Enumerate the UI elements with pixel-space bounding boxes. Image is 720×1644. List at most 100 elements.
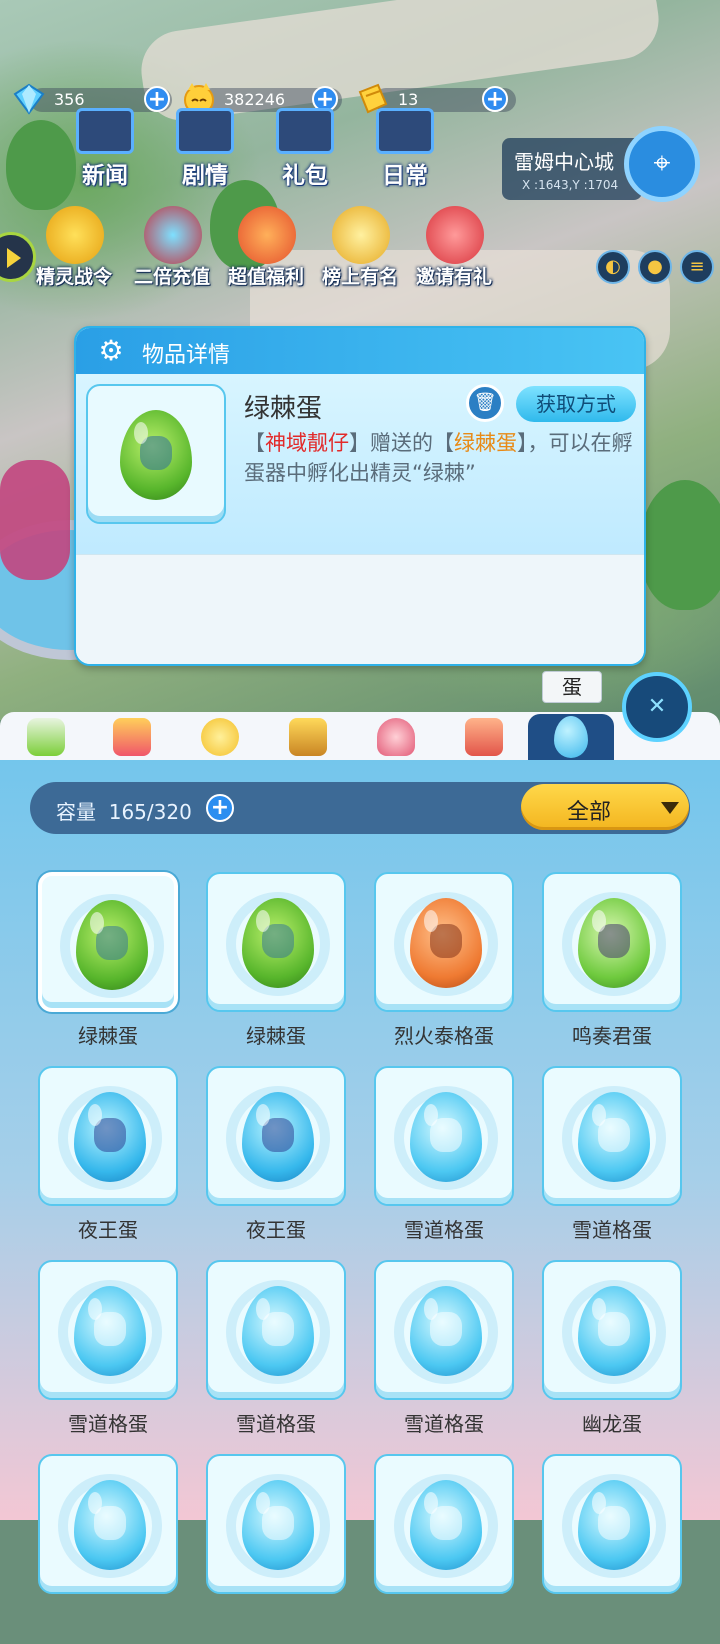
- get-method-button[interactable]: 获取方式: [516, 386, 636, 422]
- creature-pattern: [262, 1506, 294, 1540]
- item-slot: [206, 1454, 346, 1594]
- creature-pattern: [94, 1312, 126, 1346]
- bag-item[interactable]: 雪道格蛋: [374, 1066, 514, 1256]
- value-welfare-button[interactable]: 超值福利: [220, 206, 312, 290]
- pass-button[interactable]: 精灵战令: [28, 206, 120, 290]
- capacity-value: 165/320: [108, 800, 192, 824]
- close-button[interactable]: ✕: [622, 672, 692, 742]
- story-label: 剧情: [182, 163, 228, 189]
- story-button[interactable]: 剧情: [162, 108, 248, 192]
- bag-item[interactable]: 雪道格蛋: [38, 1260, 178, 1450]
- gift-box-icon: [238, 206, 296, 264]
- invite-button[interactable]: 邀请有礼: [408, 206, 500, 290]
- capacity-text: 容量: [56, 800, 96, 824]
- creature-pattern: [598, 1506, 630, 1540]
- invite-label: 邀请有礼: [415, 266, 492, 288]
- close-icon: ✕: [647, 694, 667, 719]
- item-slot: [206, 1066, 346, 1206]
- creature-pattern: [94, 1506, 126, 1540]
- tab-items[interactable]: [104, 714, 160, 760]
- item-name: 雪道格蛋: [68, 1412, 148, 1436]
- daily-button[interactable]: 日常: [362, 108, 448, 192]
- item-name: 夜王蛋: [246, 1218, 306, 1242]
- rocking-horse-icon: [465, 718, 503, 756]
- bag-item[interactable]: [206, 1454, 346, 1644]
- bag-item[interactable]: 鸣奏君蛋: [542, 872, 682, 1062]
- item-slot: [374, 1066, 514, 1206]
- item-slot: [542, 1260, 682, 1400]
- tab-clothes[interactable]: [368, 714, 424, 760]
- trash-icon[interactable]: 🗑: [466, 384, 504, 422]
- pet-icon[interactable]: ●: [638, 250, 672, 284]
- popup-header: ⚙ 物品详情: [76, 328, 644, 374]
- star-wand-icon: [201, 718, 239, 756]
- chevron-down-icon: [661, 802, 679, 814]
- location-panel: 雷姆中心城 X :1643,Y :1704: [502, 138, 642, 200]
- creature-pattern: [430, 924, 462, 958]
- bag-item[interactable]: 雪道格蛋: [206, 1260, 346, 1450]
- leaderboard-button[interactable]: 榜上有名: [314, 206, 406, 290]
- item-name: 绿棘蛋: [246, 1024, 306, 1048]
- gift-pack-button[interactable]: 礼包: [262, 108, 348, 192]
- green-egg-icon: [120, 410, 192, 500]
- item-slot: [374, 872, 514, 1012]
- item-slot: [542, 872, 682, 1012]
- sound-icon[interactable]: ◐: [596, 250, 630, 284]
- item-slot: [374, 1260, 514, 1400]
- item-slot: [38, 1066, 178, 1206]
- tree: [640, 480, 720, 610]
- star-chest-icon: [289, 718, 327, 756]
- news-button[interactable]: 新闻: [62, 108, 148, 192]
- capacity-label: 容量 165/320: [56, 796, 192, 825]
- trophy-icon: [332, 206, 390, 264]
- bag-item[interactable]: 雪道格蛋: [374, 1260, 514, 1450]
- item-name: 雪道格蛋: [404, 1218, 484, 1242]
- bag-item[interactable]: 烈火泰格蛋: [374, 872, 514, 1062]
- bag-item[interactable]: 夜王蛋: [206, 1066, 346, 1256]
- tab-toys[interactable]: [456, 714, 512, 760]
- creature-pattern: [430, 1312, 462, 1346]
- item-name: 夜王蛋: [78, 1218, 138, 1242]
- bag-item[interactable]: 绿棘蛋: [206, 872, 346, 1062]
- menu-icon[interactable]: ≡: [680, 250, 714, 284]
- filter-dropdown[interactable]: 全部: [521, 784, 689, 830]
- creature-pattern: [262, 924, 294, 958]
- npc-character[interactable]: [0, 460, 70, 580]
- add-ticket-button[interactable]: +: [482, 86, 508, 112]
- pass-label: 精灵战令: [35, 266, 112, 288]
- expand-capacity-button[interactable]: +: [206, 794, 234, 822]
- bag-item[interactable]: 幽龙蛋: [542, 1260, 682, 1450]
- item-name: 烈火泰格蛋: [394, 1024, 494, 1048]
- tab-energy[interactable]: [18, 714, 74, 760]
- creature-pattern: [94, 1118, 126, 1152]
- double-recharge-button[interactable]: 二倍充值: [126, 206, 218, 290]
- tab-eggs[interactable]: [528, 714, 614, 760]
- pass-icon: [46, 206, 104, 264]
- creature-pattern: [430, 1506, 462, 1540]
- item-slot: [38, 872, 178, 1012]
- map-button[interactable]: ⌖: [624, 126, 700, 202]
- bag-item[interactable]: [542, 1454, 682, 1644]
- leaderboard-label: 榜上有名: [321, 266, 398, 288]
- creature-pattern: [96, 926, 128, 960]
- item-name: 绿棘蛋: [78, 1024, 138, 1048]
- creature-pattern: [430, 1118, 462, 1152]
- daily-label: 日常: [382, 163, 428, 189]
- news-label: 新闻: [82, 163, 128, 189]
- desc-player-name: 神域靓仔: [265, 431, 349, 455]
- dress-icon: [377, 718, 415, 756]
- item-detail-popup: ⚙ 物品详情 绿棘蛋 🗑 获取方式 【神域靓仔】赠送的【绿棘蛋】，可以在孵蛋器中…: [74, 326, 646, 666]
- daily-icon: [376, 108, 434, 154]
- item-slot: [542, 1066, 682, 1206]
- bag-item[interactable]: 雪道格蛋: [542, 1066, 682, 1256]
- tab-chest[interactable]: [280, 714, 336, 760]
- bag-item[interactable]: 绿棘蛋: [38, 872, 178, 1062]
- bag-item[interactable]: [374, 1454, 514, 1644]
- creature-pattern: [140, 436, 172, 470]
- location-coord: X :1643,Y :1704: [522, 178, 619, 192]
- item-slot: [542, 1454, 682, 1594]
- tab-props[interactable]: [192, 714, 248, 760]
- bag-item[interactable]: 夜王蛋: [38, 1066, 178, 1256]
- bag-item[interactable]: [38, 1454, 178, 1644]
- item-slot: [38, 1260, 178, 1400]
